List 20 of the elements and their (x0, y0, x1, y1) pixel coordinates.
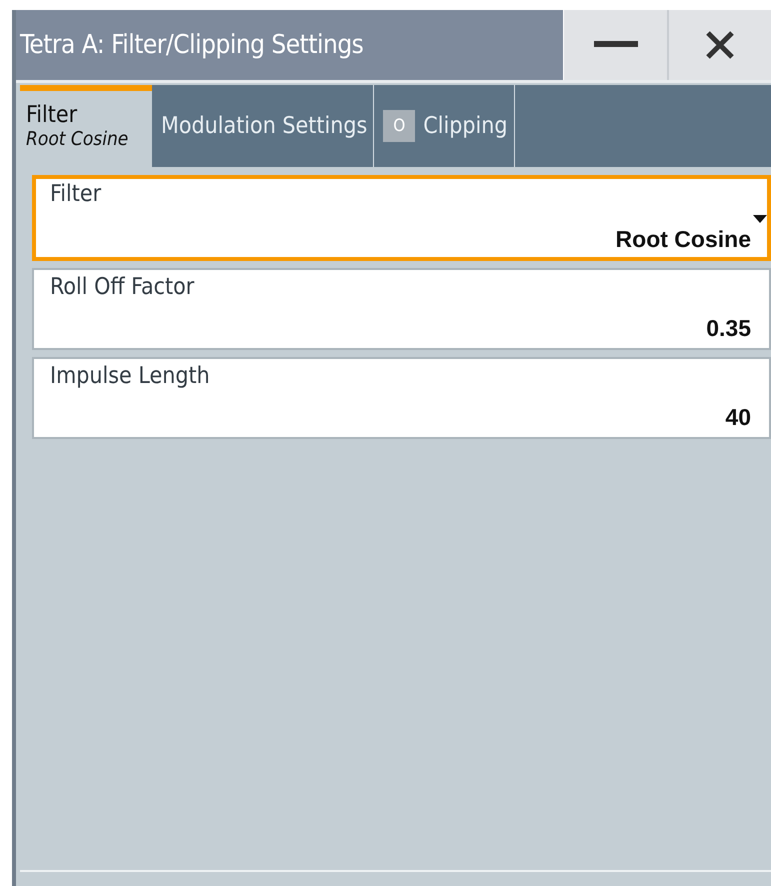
field-label: Impulse Length (50, 363, 210, 389)
window-title: Tetra A: Filter/Clipping Settings (20, 30, 364, 60)
tab-label: Filter (26, 102, 78, 128)
field-label: Filter (50, 181, 102, 207)
close-icon (705, 30, 735, 60)
field-label: Roll Off Factor (50, 274, 194, 300)
field-value: Root Cosine (616, 226, 751, 253)
tab-label: Clipping (423, 113, 508, 139)
filter-dropdown[interactable]: Filter Root Cosine (32, 175, 771, 261)
tab-sublabel: Root Cosine (26, 128, 128, 150)
number-field[interactable]: Roll Off Factor 0.35 (32, 268, 771, 350)
minimize-icon (594, 41, 638, 49)
minimize-button[interactable] (563, 10, 667, 80)
caret-icon (753, 215, 767, 223)
toggle-indicator: O (383, 110, 416, 142)
field-value: 0.35 (706, 315, 751, 342)
field-value: 40 (725, 404, 751, 431)
number-field[interactable]: Impulse Length 40 (32, 357, 771, 439)
close-button[interactable] (667, 10, 771, 80)
tab[interactable]: Filter Root Cosine (20, 85, 152, 167)
